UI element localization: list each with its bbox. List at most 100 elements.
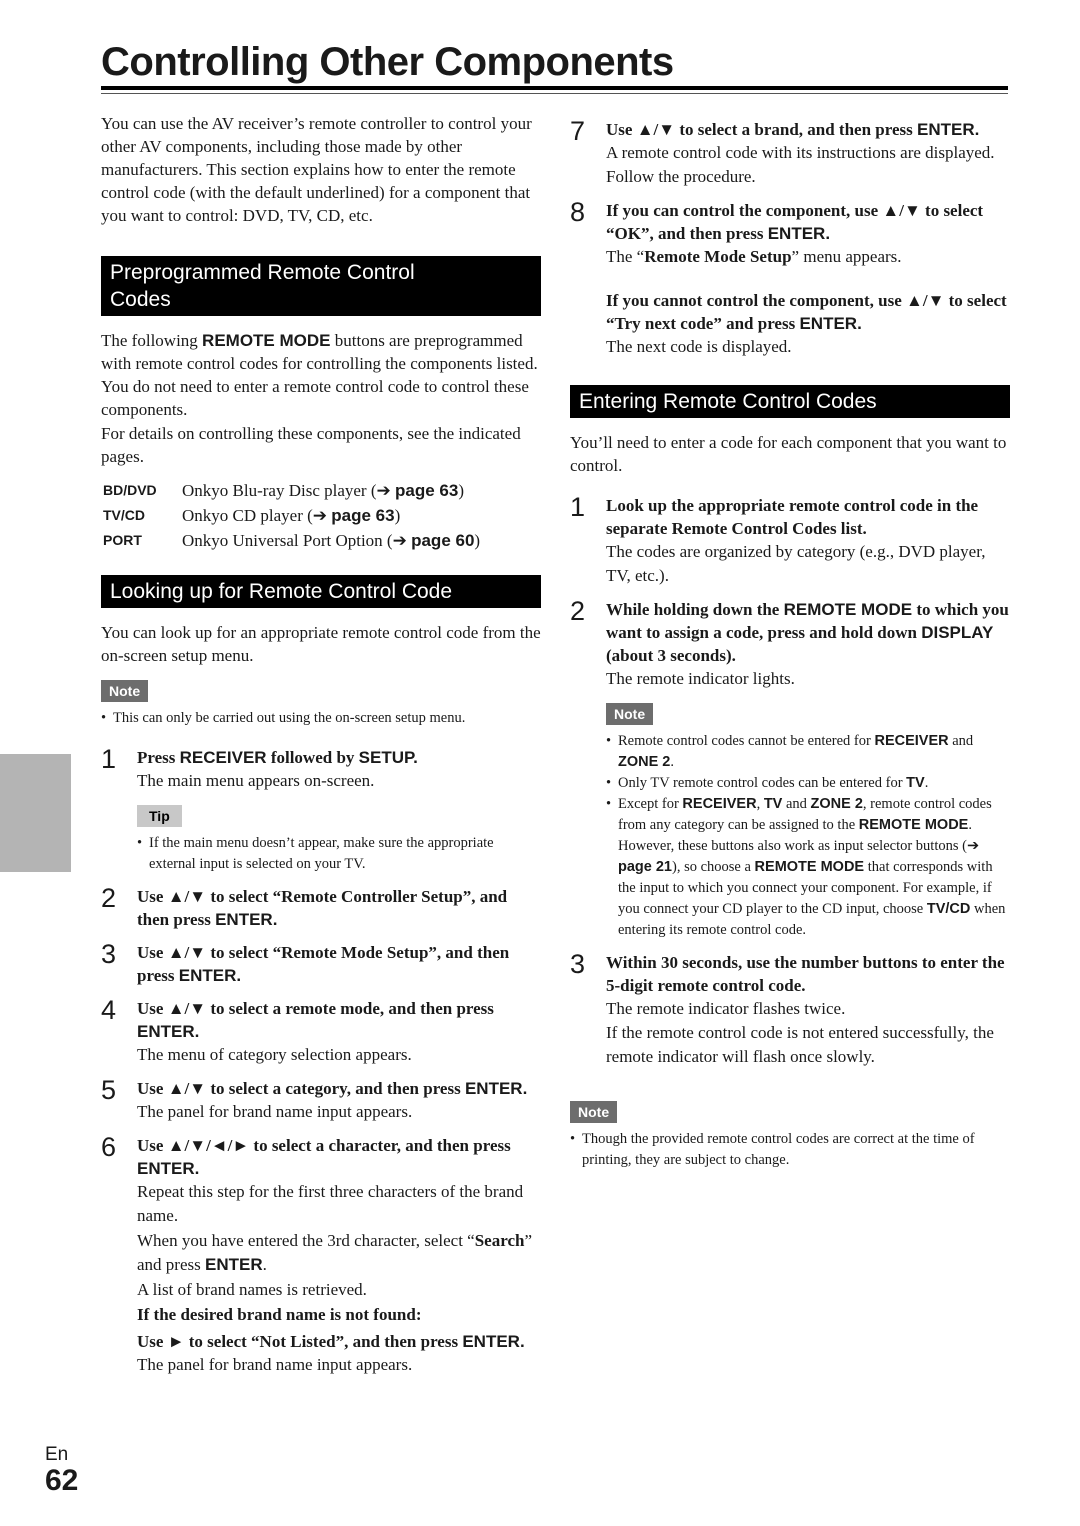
tip-badge: Tip: [137, 805, 182, 827]
page-link[interactable]: page 63: [331, 506, 394, 525]
intro-paragraph: You can use the AV receiver’s remote con…: [101, 114, 532, 225]
text: The “: [606, 247, 645, 266]
text: ): [394, 506, 401, 525]
step-number: 4: [101, 995, 117, 1025]
button-term: REMOTE MODE: [754, 859, 865, 875]
arrow-right-icon: ➔: [392, 531, 407, 550]
mode-desc: Onkyo Blu-ray Disc player (➔ page 63): [182, 478, 464, 503]
button-term: TV/CD: [926, 901, 971, 917]
button-term: TV: [906, 775, 925, 791]
step-4: 4 Use ▲/▼ to select a remote mode, and t…: [101, 995, 541, 1067]
step-body: Repeat this step for the first three cha…: [137, 1182, 524, 1225]
section-heading-entering: Entering Remote Control Codes: [570, 385, 1010, 418]
not-found-instruction: Use ► to select “Not Listed”, and then p…: [137, 1330, 541, 1353]
step-5: 5 Use ▲/▼ to select a category, and then…: [101, 1075, 541, 1124]
arrow-right-icon: ➔: [312, 506, 328, 525]
text: ), so choose a: [672, 859, 755, 875]
button-term: DISPLAY: [921, 623, 994, 642]
text: ,: [756, 796, 764, 812]
step-body: The codes are organized by category (e.g…: [606, 542, 986, 585]
text: When you have entered the 3rd character,…: [137, 1231, 475, 1250]
text: Onkyo Universal Port Option (: [182, 531, 393, 550]
right-column: 7 Use ▲/▼ to select a brand, and then pr…: [570, 116, 1010, 1171]
menu-term: Remote Mode Setup: [644, 247, 792, 266]
text: ): [458, 481, 464, 500]
step-7: 7 Use ▲/▼ to select a brand, and then pr…: [570, 116, 1010, 189]
button-term: ENTER: [204, 1255, 263, 1274]
arrow-right-icon: ➔: [376, 481, 391, 500]
button-term: ENTER.: [464, 1079, 528, 1098]
text: .: [924, 775, 929, 791]
note-list: This can only be carried out using the o…: [101, 708, 541, 729]
page-link[interactable]: page 21: [618, 859, 672, 875]
title-rule-thin: [101, 93, 1008, 94]
note-badge: Note: [101, 680, 149, 702]
step-body: The “Remote Mode Setup” menu appears.: [606, 245, 1010, 269]
step-number: 2: [570, 596, 586, 626]
note-list: Remote control codes cannot be entered f…: [606, 731, 1010, 941]
remote-mode-term: REMOTE MODE: [202, 331, 331, 350]
button-term: ZONE 2: [810, 796, 863, 812]
button-term: ENTER.: [215, 910, 278, 929]
button-term: REMOTE MODE: [783, 600, 913, 619]
page-number: 62: [45, 1464, 79, 1497]
note-badge: Note: [606, 703, 654, 725]
button-term: RECEIVER: [874, 733, 949, 749]
step-heading: If you can control the component, use ▲/…: [606, 199, 1010, 245]
button-term: TV: [763, 796, 783, 812]
text: Use ▲/▼ to select a remote mode, and the…: [137, 999, 494, 1018]
step-heading: Press RECEIVER followed by SETUP.: [137, 746, 541, 769]
note-block-2: Note Though the provided remote control …: [570, 1101, 1010, 1171]
step-8: 8 If you can control the component, use …: [570, 197, 1010, 359]
text: Press: [137, 748, 180, 767]
tip-list: If the main menu doesn’t appear, make su…: [137, 833, 541, 875]
step-body: The next code is displayed.: [606, 337, 792, 356]
text: Onkyo Blu-ray Disc player (: [182, 481, 377, 500]
step-number: 8: [570, 197, 586, 227]
note-item: This can only be carried out using the o…: [101, 708, 541, 729]
section-heading-preprogrammed: Preprogrammed Remote Control Codes: [101, 256, 541, 316]
step-3: 3 Use ▲/▼ to select “Remote Mode Setup”,…: [101, 939, 541, 987]
entering-intro: You’ll need to enter a code for each com…: [570, 433, 1007, 475]
chapter-side-tab: [0, 754, 71, 872]
entry-step-1: 1 Look up the appropriate remote control…: [570, 492, 1010, 588]
text: Remote control codes cannot be entered f…: [618, 733, 875, 749]
step-body: The remote indicator lights.: [606, 669, 795, 688]
step-heading: Use ▲/▼/◄/► to select a character, and t…: [137, 1134, 541, 1180]
step-number: 1: [101, 744, 117, 774]
step-body: The main menu appears on-screen.: [137, 771, 375, 790]
page-link[interactable]: page 60: [411, 531, 474, 550]
button-term: ENTER.: [917, 120, 980, 139]
button-term: RECEIVER: [179, 748, 267, 767]
note-item: Though the provided remote control codes…: [570, 1129, 1010, 1171]
entry-step-2: 2 While holding down the REMOTE MODE to …: [570, 596, 1010, 941]
text: While holding down the: [606, 600, 784, 619]
step-number: 3: [570, 949, 586, 979]
text: Use ▲/▼ to select “Remote Controller Set…: [137, 887, 508, 929]
step-body: The panel for brand name input appears.: [137, 1355, 413, 1374]
preprogrammed-details: For details on controlling these compone…: [101, 424, 521, 466]
note-list: Though the provided remote control codes…: [570, 1129, 1010, 1171]
left-column: You can use the AV receiver’s remote con…: [101, 112, 541, 1377]
mode-row: TV/CD Onkyo CD player (➔ page 63): [101, 503, 541, 528]
mode-key: PORT: [103, 532, 142, 548]
text: Use ► to select “Not Listed”, and then p…: [137, 1332, 463, 1351]
page-link[interactable]: page 63: [395, 481, 458, 500]
step-heading: Use ▲/▼ to select “Remote Controller Set…: [137, 885, 541, 931]
preprogrammed-paragraph: The following REMOTE MODE buttons are pr…: [101, 329, 541, 421]
step-number: 2: [101, 883, 117, 913]
step-number: 5: [101, 1075, 117, 1105]
language-label: En: [45, 1444, 69, 1465]
text: and: [948, 733, 974, 749]
text: Use ▲/▼ to select a category, and then p…: [137, 1079, 465, 1098]
button-term: REMOTE MODE: [858, 817, 969, 833]
step-body: The remote indicator flashes twice.: [606, 999, 846, 1018]
note-item: Only TV remote control codes can be ente…: [606, 773, 1010, 794]
step-heading: Within 30 seconds, use the number button…: [606, 953, 1005, 995]
note-item: Except for RECEIVER, TV and ZONE 2, remo…: [606, 794, 1010, 941]
mode-desc: Onkyo Universal Port Option (➔ page 60): [182, 528, 480, 553]
mode-desc: Onkyo CD player (➔ page 63): [182, 503, 400, 528]
not-found-heading: If the desired brand name is not found:: [137, 1305, 422, 1324]
text: and: [782, 796, 811, 812]
text: ” menu appears.: [791, 247, 902, 266]
